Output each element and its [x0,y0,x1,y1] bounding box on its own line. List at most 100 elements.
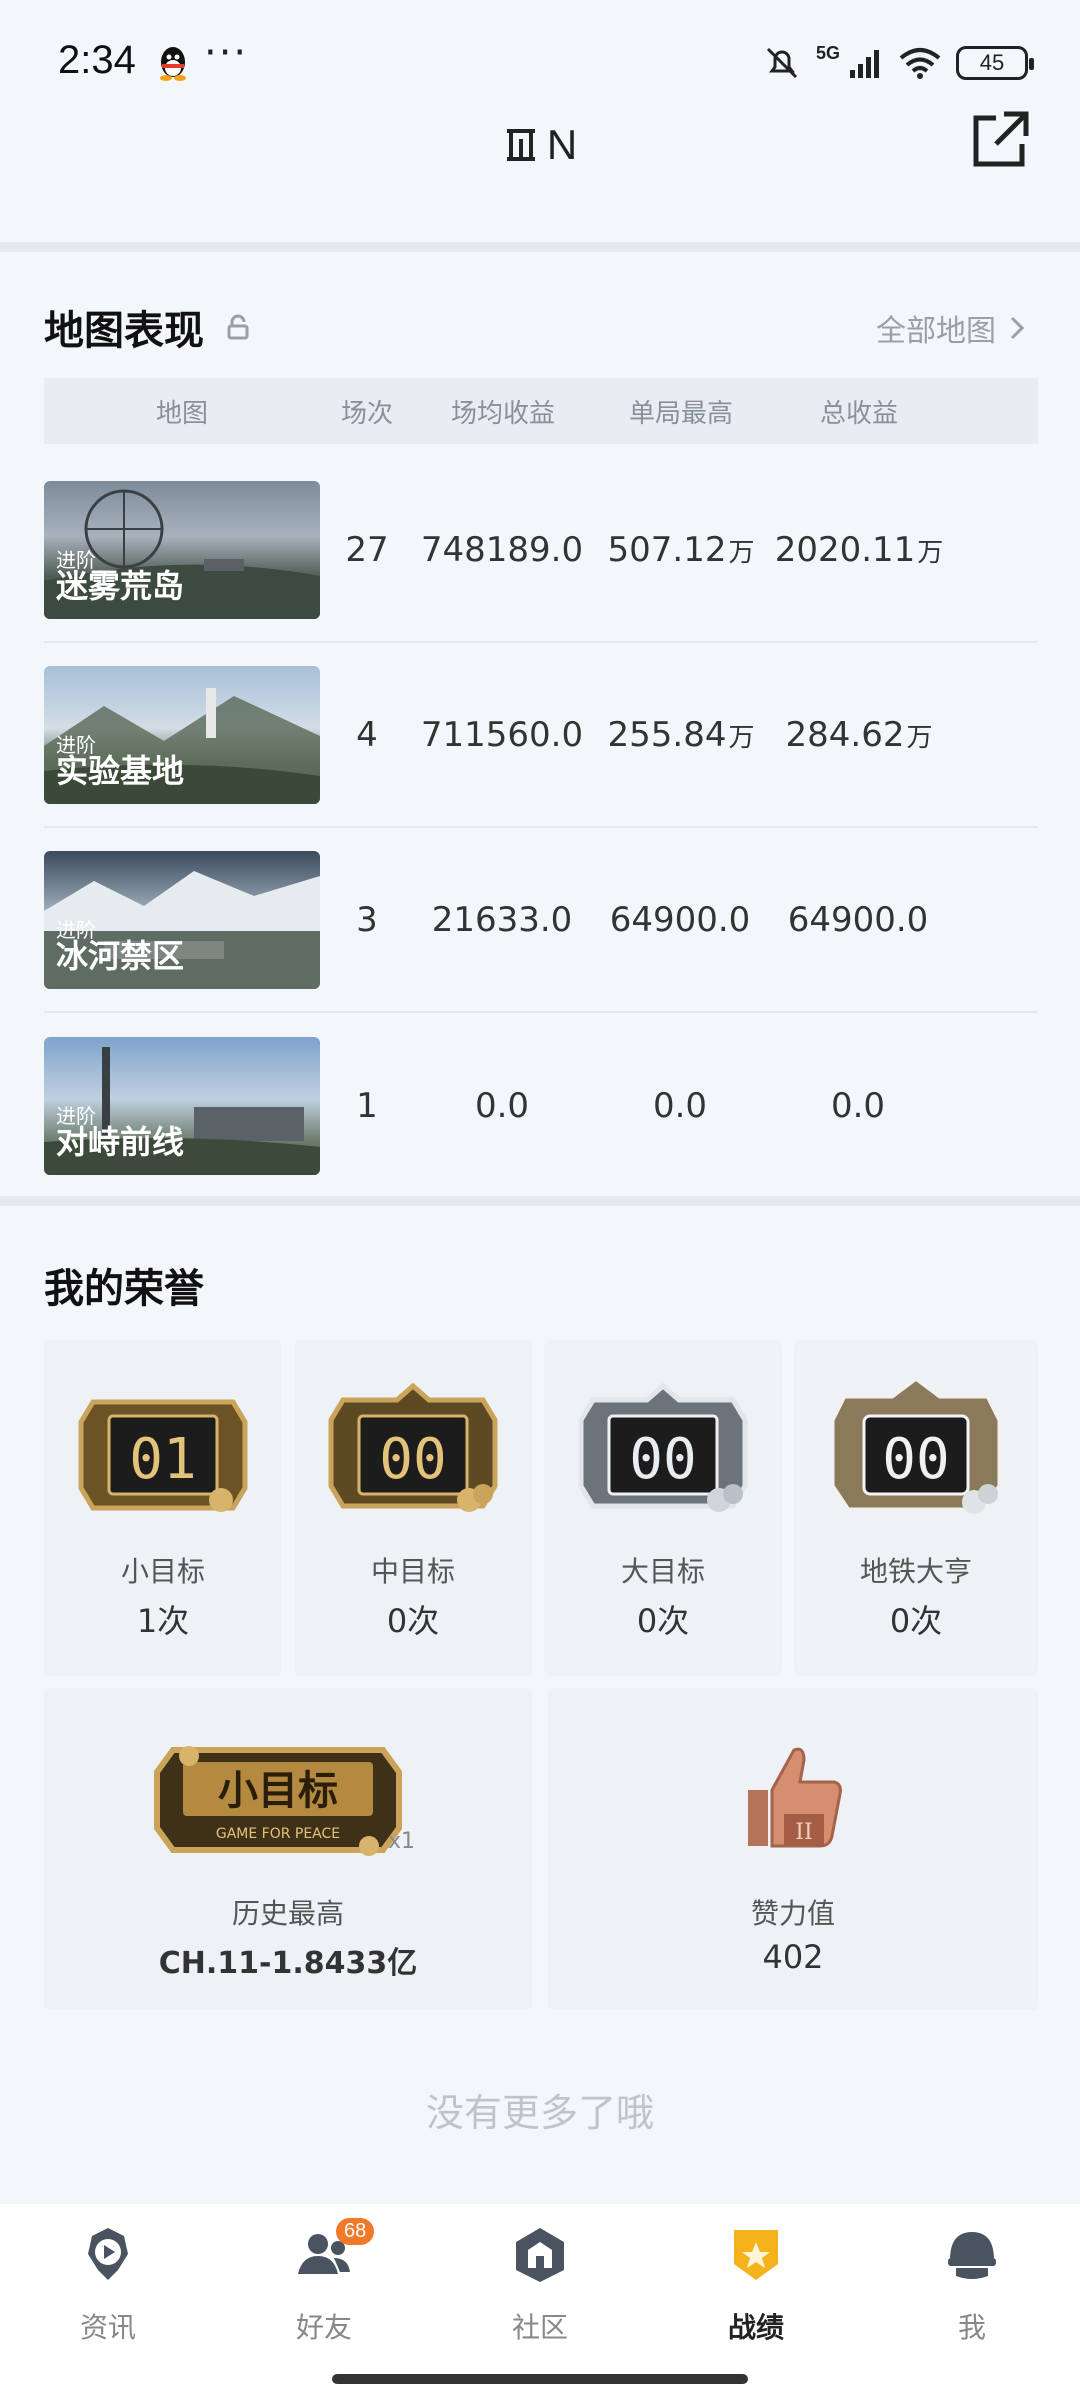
avg-income: 0.0 [414,1086,592,1126]
map-name: 实验基地 [56,751,185,790]
honor-label: 中目标 [370,1555,455,1588]
nav-item-profile[interactable]: 我 [864,2224,1080,2346]
total-unit: 万 [906,722,933,753]
small-goal-trophy-icon: 小目标 GAME FOR PEACE x1 [154,1746,415,1856]
map-thumbnail: 进阶 对峙前线 [44,1036,320,1175]
games-value: 27 [345,529,389,570]
qq-icon [160,47,186,81]
honor-card-small-goal[interactable]: 01 小目标 1次 [44,1340,282,1676]
status-time: 2:34 [58,38,136,82]
nav-label: 我 [957,2311,986,2344]
games-count: 1 [320,1086,414,1126]
medium-goal-badge-icon: 00 [328,1382,498,1512]
badge-number: 00 [882,1427,949,1492]
honor-count: 0次 [386,1602,440,1640]
column-header-map: 地图 [155,398,208,429]
honor-count: 0次 [636,1602,690,1640]
history-best-value: CH.11-1.8433亿 [158,1946,418,1981]
honor-card-metro-tycoon[interactable]: 00 地铁大亨 0次 [794,1340,1038,1676]
community-icon [516,2228,564,2282]
map-row[interactable]: 进阶 冰河禁区 3 21633.0 64900.0 64900.0 [44,828,1038,1013]
max-value: 507.12 [607,529,727,570]
avg-income: 21633.0 [414,900,592,940]
map-performance-title: 地图表现 [44,298,250,356]
honor-count: 1次 [136,1602,190,1640]
share-icon[interactable] [970,108,1032,170]
total-income: 64900.0 [770,900,948,940]
games-value: 4 [356,714,378,755]
avg-value: 21633.0 [431,899,573,940]
column-header-avg: 场均收益 [450,398,555,429]
home-indicator[interactable] [332,2374,748,2384]
map-row[interactable]: 进阶 对峙前线 1 0.0 0.0 0.0 [44,1013,1038,1198]
header-title-text: N [546,121,578,168]
status-bar: 2:34 ··· 5G 45 [0,0,1080,120]
chevron-right-icon [1010,316,1025,340]
max-value: 255.84 [607,714,727,755]
honors-title: 我的荣誉 [44,1256,204,1314]
map-name: 冰河禁区 [56,936,185,975]
honor-card-medium-goal[interactable]: 00 中目标 0次 [294,1340,532,1676]
map-name: 迷雾荒岛 [56,566,185,605]
map-table-header: 地图 场次 场均收益 单局最高 总收益 [44,378,1038,444]
nav-label: 社区 [511,2311,568,2344]
all-maps-link[interactable]: 全部地图 [876,306,1026,350]
total-value: 0.0 [830,1085,886,1126]
trophy-multiplier: x1 [388,1829,415,1854]
lock-icon[interactable] [226,314,250,340]
avg-value: 748189.0 [420,529,584,570]
total-value: 2020.11 [774,529,916,570]
map-row[interactable]: 进阶 实验基地 4 711560.0 255.84 万 284.62 万 [44,643,1038,828]
map-performance-title-text: 地图表现 [44,308,204,354]
trophy-subtitle: GAME FOR PEACE [216,1826,340,1842]
column-header-max: 单局最高 [628,398,733,429]
big-goal-badge-icon: 00 [578,1382,748,1512]
likes-value: 402 [762,1938,824,1976]
games-count: 3 [320,900,414,940]
column-header-total: 总收益 [819,398,898,429]
total-income: 284.62 万 [770,715,948,755]
svg-text:II: II [795,1820,812,1845]
history-best-label: 历史最高 [231,1897,344,1930]
max-value: 0.0 [652,1085,708,1126]
avg-value: 0.0 [474,1085,530,1126]
honor-card-big-goal[interactable]: 00 大目标 0次 [544,1340,782,1676]
map-thumbnail: 进阶 迷雾荒岛 [44,480,320,619]
no-more-text: 没有更多了哦 [425,2091,654,2135]
all-maps-label: 全部地图 [876,314,996,349]
badge-number: 00 [379,1427,446,1492]
history-best-card[interactable]: 小目标 GAME FOR PEACE x1 历史最高 CH.11-1.8433亿 [44,1688,532,2010]
status-icons: 5G 45 [762,40,1034,86]
thumbs-up-icon: II [748,1747,842,1848]
metro-tycoon-badge-icon: 00 [829,1376,1003,1514]
news-icon [88,2228,128,2280]
games-value: 1 [356,1085,378,1126]
honor-label: 大目标 [620,1555,705,1588]
avg-income: 711560.0 [414,715,592,755]
nav-label: 战绩 [727,2311,784,2344]
signal-icon [850,50,879,78]
max-value: 64900.0 [609,899,751,940]
wifi-icon [899,48,941,79]
badge-number: 01 [129,1427,196,1492]
max-unit: 万 [728,537,755,568]
honor-label: 小目标 [120,1555,205,1588]
nav-label: 资讯 [79,2311,136,2344]
max-income: 0.0 [592,1086,770,1126]
map-thumbnail: 进阶 冰河禁区 [44,850,320,989]
friends-count-badge: 68 [336,2218,375,2245]
games-count: 4 [320,715,414,755]
nav-item-news[interactable]: 资讯 [0,2224,216,2346]
mute-icon [766,47,798,79]
nav-item-community[interactable]: 社区 [432,2224,648,2346]
nav-item-friends[interactable]: 68 好友 [216,2218,432,2346]
total-value: 64900.0 [787,899,929,940]
max-income: 255.84 万 [592,715,770,755]
map-row[interactable]: 进阶 迷雾荒岛 27 748189.0 507.12 万 2020.11 万 [44,458,1038,643]
honor-label: 地铁大亨 [859,1555,972,1588]
nav-item-record[interactable]: 战绩 [648,2224,864,2346]
nav-label: 好友 [295,2311,352,2344]
games-count: 27 [320,530,414,570]
likes-card[interactable]: II 赞力值 402 [548,1688,1038,2010]
total-unit: 万 [917,537,944,568]
